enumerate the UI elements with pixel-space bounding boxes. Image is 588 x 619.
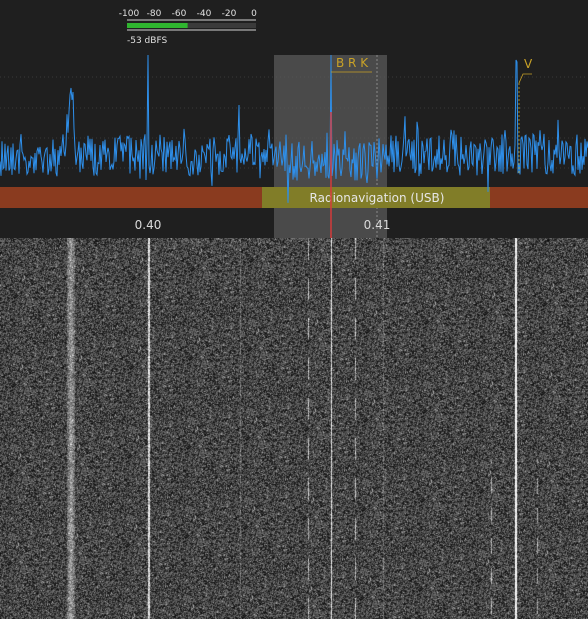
meter-fill — [127, 23, 188, 28]
band-segment-label: Radionavigation (USB) — [310, 191, 445, 205]
meter-level-text: -53 dBFS — [127, 36, 167, 46]
freq-label-041: 0.41 — [364, 218, 391, 232]
level-meter: -100 -80 -60 -40 -20 0 -53 dBFS — [119, 9, 257, 46]
waterfall-display[interactable] — [0, 238, 588, 619]
meter-scale-2: -80 — [147, 9, 162, 19]
meter-scale-3: -60 — [172, 9, 187, 19]
meter-scale-6: 0 — [251, 9, 257, 19]
meter-scale-5: -20 — [222, 9, 237, 19]
marker-v-label: V — [524, 57, 533, 71]
meter-scale-4: -40 — [197, 9, 212, 19]
marker-brk-label: B R K — [336, 56, 369, 70]
freq-label-040: 0.40 — [135, 218, 162, 232]
marker-v-leader — [518, 73, 532, 84]
marker-brk[interactable]: B R K — [331, 56, 372, 73]
spectrum-panel[interactable]: Radionavigation (USB) B R K V 0.40 0.41 … — [0, 0, 588, 238]
meter-scale-1: -100 — [119, 9, 140, 19]
